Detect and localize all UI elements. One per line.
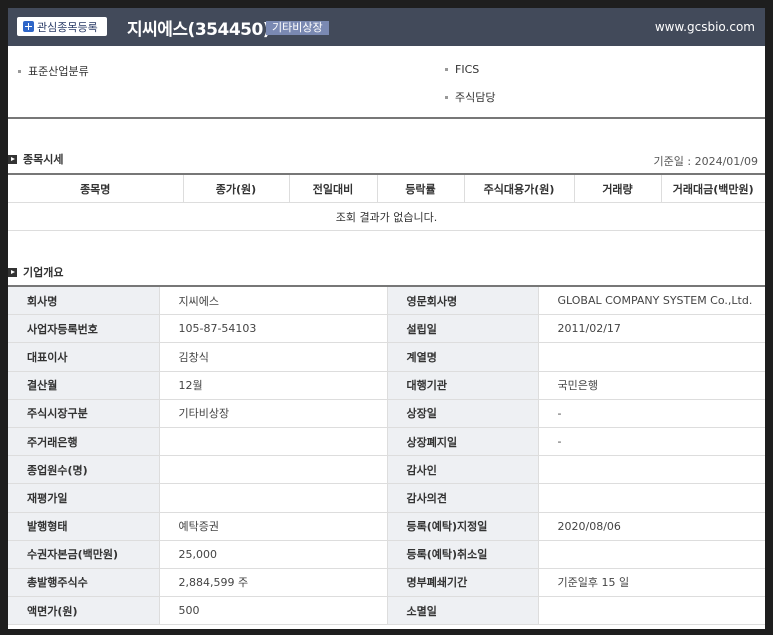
- field-value: 국민은행: [538, 371, 765, 400]
- price-section-title: 종목시세: [8, 151, 63, 167]
- table-row: 재평가일 감사의견: [8, 483, 765, 513]
- info-divider: [8, 117, 765, 119]
- price-table-header: 종목명 종가(원) 전일대비 등락률 주식대용가(원) 거래량 거래대금(백만원…: [8, 174, 765, 203]
- field-value: [159, 427, 388, 457]
- field-label: 상장일: [387, 399, 539, 428]
- field-value: [159, 455, 388, 485]
- section-arrow-icon: [8, 154, 17, 164]
- price-table: 종목명 종가(원) 전일대비 등락률 주식대용가(원) 거래량 거래대금(백만원…: [8, 173, 765, 231]
- field-value: 2020/08/06: [538, 512, 765, 541]
- field-label: 감사의견: [387, 483, 539, 513]
- add-favorite-label: 관심종목등록: [37, 20, 98, 34]
- field-value: [159, 483, 388, 513]
- fics-item: FICS: [445, 63, 479, 76]
- header-bar: 관심종목등록 지씨에스(354450) 기타비상장 www.gcsbio.com: [8, 8, 765, 46]
- field-value: [538, 483, 765, 513]
- table-row: 주식시장구분 기타비상장 상장일 -: [8, 399, 765, 428]
- field-label: 사업자등록번호: [8, 314, 160, 344]
- field-label: 등록(예탁)지정일: [387, 512, 539, 541]
- field-value: 2011/02/17: [538, 314, 765, 344]
- overview-table: 회사명 지씨에스 영문회사명 GLOBAL COMPANY SYSTEM Co.,Lt…: [8, 285, 765, 626]
- field-label: 대행기관: [387, 371, 539, 400]
- company-title: 지씨에스(354450): [127, 20, 271, 40]
- field-value: 기타비상장: [159, 399, 388, 428]
- table-row: 액면가(원) 500 소멸일: [8, 596, 765, 626]
- field-label: 재평가일: [8, 483, 160, 513]
- table-row: 결산월 12월 대행기관 국민은행: [8, 371, 765, 400]
- column-header: 주식대용가(원): [464, 174, 575, 203]
- field-label: 발행형태: [8, 512, 160, 541]
- bullet-icon: [445, 68, 448, 71]
- field-label: 설립일: [387, 314, 539, 344]
- bullet-icon: [18, 69, 21, 73]
- field-value: 2,884,599 주: [159, 568, 388, 598]
- table-row: 조회 결과가 없습니다.: [8, 202, 765, 231]
- price-section-title-text: 종목시세: [23, 153, 64, 166]
- column-header: 거래대금(백만원): [661, 174, 765, 203]
- table-row: 수권자본금(백만원) 25,000 등록(예탁)취소일: [8, 540, 765, 569]
- field-label: 주거래은행: [8, 427, 160, 457]
- field-value: GLOBAL COMPANY SYSTEM Co.,Ltd.: [538, 286, 765, 316]
- bullet-icon: [445, 95, 448, 99]
- table-row: 총발행주식수 2,884,599 주 명부폐쇄기간 기준일후 15 일: [8, 568, 765, 598]
- field-label: 주식시장구분: [8, 399, 160, 428]
- market-badge: 기타비상장: [266, 21, 329, 35]
- overview-section-title: 기업개요: [8, 264, 63, 280]
- field-label: 결산월: [8, 371, 160, 400]
- column-header: 거래량: [574, 174, 662, 203]
- field-value: -: [538, 427, 765, 457]
- industry-classification: 표준산업분류: [18, 63, 89, 79]
- section-arrow-icon: [8, 267, 17, 277]
- table-row: 회사명 지씨에스 영문회사명 GLOBAL COMPANY SYSTEM Co.,Lt…: [8, 286, 765, 316]
- field-value: -: [538, 399, 765, 428]
- overview-table-body: 회사명 지씨에스 영문회사명 GLOBAL COMPANY SYSTEM Co.,Lt…: [8, 286, 765, 626]
- field-value: 기준일후 15 일: [538, 568, 765, 598]
- table-row: 대표이사 김창식 계열명: [8, 342, 765, 372]
- website-link[interactable]: www.gcsbio.com: [655, 20, 755, 34]
- empty-result-message: 조회 결과가 없습니다.: [8, 202, 765, 231]
- overview-section-title-text: 기업개요: [23, 266, 64, 279]
- plus-icon: [23, 21, 34, 32]
- field-label: 영문회사명: [387, 286, 539, 316]
- field-value: 25,000: [159, 540, 388, 569]
- fics-label: FICS: [455, 63, 480, 76]
- stock-manager-item: 주식담당: [445, 89, 495, 105]
- field-value: 500: [159, 596, 388, 626]
- stock-manager-label: 주식담당: [455, 91, 496, 104]
- field-label: 종업원수(명): [8, 455, 160, 485]
- field-value: [538, 342, 765, 372]
- industry-classification-label: 표준산업분류: [28, 65, 89, 78]
- company-info-area: 표준산업분류 FICS 주식담당: [8, 46, 765, 118]
- column-header: 종가(원): [183, 174, 290, 203]
- add-favorite-button[interactable]: 관심종목등록: [17, 17, 107, 36]
- field-label: 명부폐쇄기간: [387, 568, 539, 598]
- field-label: 수권자본금(백만원): [8, 540, 160, 569]
- field-label: 계열명: [387, 342, 539, 372]
- field-value: [538, 596, 765, 626]
- field-label: 감사인: [387, 455, 539, 485]
- field-value: 12월: [159, 371, 388, 400]
- field-label: 상장폐지일: [387, 427, 539, 457]
- column-header: 종목명: [8, 174, 184, 203]
- table-row: 주거래은행 상장폐지일 -: [8, 427, 765, 457]
- field-label: 액면가(원): [8, 596, 160, 626]
- company-info-window: 관심종목등록 지씨에스(354450) 기타비상장 www.gcsbio.com…: [8, 8, 765, 629]
- field-value: 김창식: [159, 342, 388, 372]
- field-value: [538, 540, 765, 569]
- field-label: 소멸일: [387, 596, 539, 626]
- field-label: 회사명: [8, 286, 160, 316]
- field-label: 총발행주식수: [8, 568, 160, 598]
- field-value: 예탁증권: [159, 512, 388, 541]
- table-row: 사업자등록번호 105-87-54103 설립일 2011/02/17: [8, 314, 765, 344]
- table-row: 종업원수(명) 감사인: [8, 455, 765, 485]
- column-header: 등락률: [377, 174, 465, 203]
- field-value: 105-87-54103: [159, 314, 388, 344]
- table-row: 발행형태 예탁증권 등록(예탁)지정일 2020/08/06: [8, 512, 765, 541]
- field-label: 등록(예탁)취소일: [387, 540, 539, 569]
- as-of-date: 기준일 : 2024/01/09: [653, 155, 758, 168]
- field-value: [538, 455, 765, 485]
- column-header: 전일대비: [289, 174, 378, 203]
- field-label: 대표이사: [8, 342, 160, 372]
- field-value: 지씨에스: [159, 286, 388, 316]
